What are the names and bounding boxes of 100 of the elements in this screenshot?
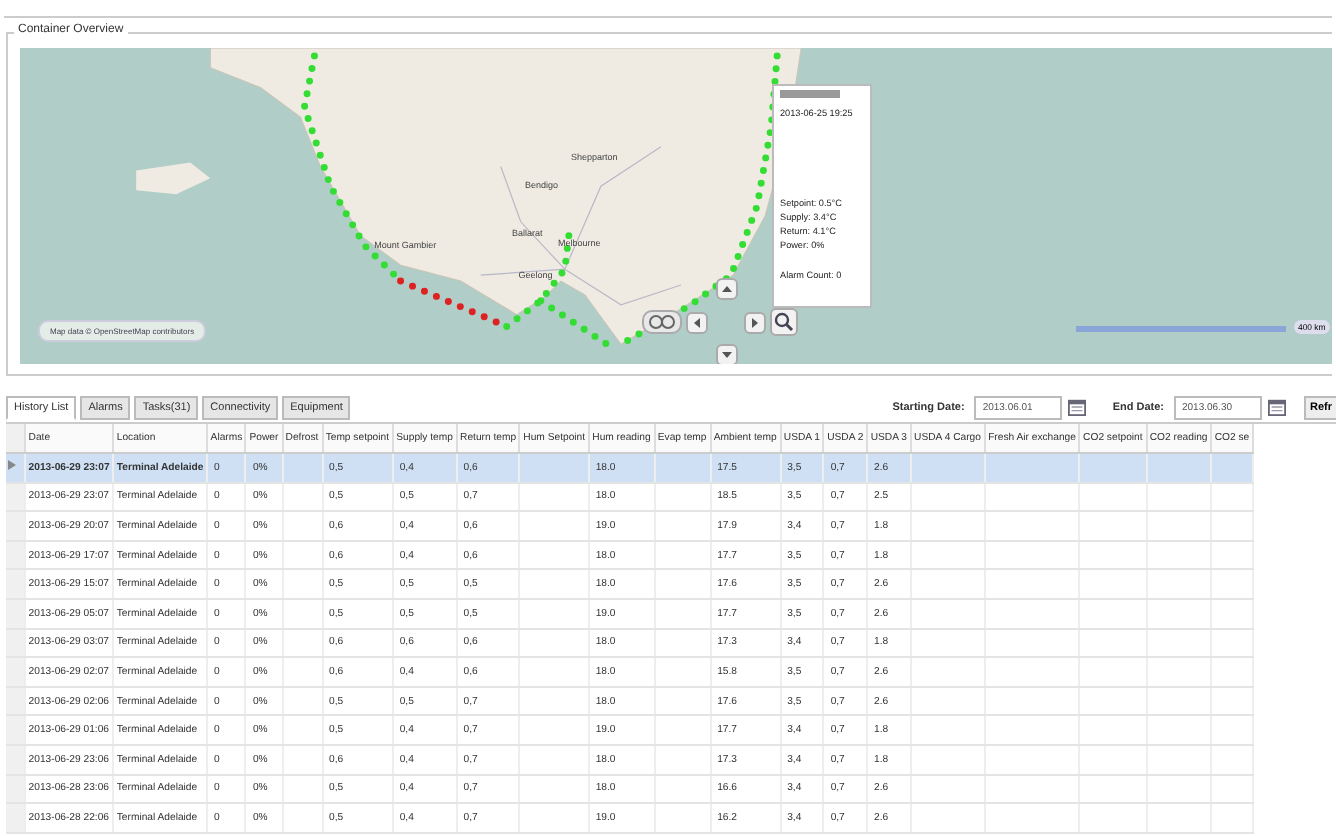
table-cell <box>519 453 589 483</box>
table-cell <box>910 511 985 541</box>
table-cell <box>1211 803 1253 833</box>
table-cell <box>984 744 1080 775</box>
table-cell <box>1146 744 1212 775</box>
table-cell <box>1146 540 1212 570</box>
table-cell <box>984 774 1080 804</box>
table-cell <box>519 598 589 629</box>
zoom-out-icon[interactable] <box>642 310 682 334</box>
table-cell <box>984 686 1080 716</box>
table-cell <box>654 774 711 804</box>
table-cell <box>654 657 711 687</box>
pan-up-icon[interactable] <box>716 278 738 300</box>
table-cell <box>519 511 589 541</box>
table-cell <box>1211 686 1253 716</box>
table-cell <box>1211 744 1253 775</box>
table-cell <box>984 482 1080 512</box>
table-cell <box>282 598 323 629</box>
table-cell <box>654 569 711 599</box>
popup-titlebar <box>780 90 840 98</box>
table-cell <box>1146 482 1212 512</box>
table-cell <box>1079 657 1147 687</box>
table-cell <box>519 715 589 745</box>
table-cell <box>910 540 985 570</box>
table-cell <box>1079 803 1147 833</box>
table-cell <box>910 569 985 599</box>
table-cell <box>1146 453 1212 483</box>
table-cell <box>282 657 323 687</box>
table-cell <box>910 715 985 745</box>
table-cell <box>654 511 711 541</box>
pan-right-icon[interactable] <box>744 312 766 334</box>
table-cell <box>654 540 711 570</box>
calendar-icon[interactable] <box>1068 398 1087 416</box>
table-cell <box>1146 511 1212 541</box>
table-cell <box>984 569 1080 599</box>
table-cell <box>519 744 589 775</box>
table-cell <box>1079 628 1147 658</box>
table-cell <box>984 628 1080 658</box>
table-cell <box>519 657 589 687</box>
table-cell <box>910 628 985 658</box>
table-cell <box>282 511 323 541</box>
table-cell <box>282 686 323 716</box>
table-cell <box>519 686 589 716</box>
table-cell <box>1079 774 1147 804</box>
search-icon[interactable] <box>770 308 798 336</box>
table-cell <box>1211 540 1253 570</box>
table-cell <box>910 482 985 512</box>
table-cell <box>1146 598 1212 629</box>
table-cell <box>282 540 323 570</box>
table-cell <box>984 715 1080 745</box>
table-cell <box>910 657 985 687</box>
table-cell <box>1211 628 1253 658</box>
table-cell <box>1211 774 1253 804</box>
table-cell <box>282 482 323 512</box>
table-cell <box>1211 598 1253 629</box>
row-pointer-icon <box>8 460 16 471</box>
table-cell <box>910 774 985 804</box>
table-cell <box>654 482 711 512</box>
island-drawing <box>136 162 211 195</box>
table-cell <box>1211 657 1253 687</box>
table-cell <box>910 598 985 629</box>
table-cell <box>1079 744 1147 775</box>
table-cell <box>282 715 323 745</box>
table-cell <box>282 569 323 599</box>
table-cell <box>654 453 711 483</box>
table-cell <box>282 774 323 804</box>
table-cell <box>984 540 1080 570</box>
table-cell <box>1146 569 1212 599</box>
table-cell <box>1211 715 1253 745</box>
table-cell <box>654 686 711 716</box>
table-cell <box>654 803 711 833</box>
table-cell <box>1079 511 1147 541</box>
table-cell <box>1146 774 1212 804</box>
table-cell <box>1146 628 1212 658</box>
table-cell <box>1146 657 1212 687</box>
table-cell <box>654 744 711 775</box>
calendar-icon[interactable] <box>1267 398 1286 416</box>
table-cell <box>519 774 589 804</box>
table-cell <box>984 453 1080 483</box>
table-cell <box>1079 686 1147 716</box>
table-cell <box>1079 540 1147 570</box>
table-cell <box>1211 511 1253 541</box>
table-cell <box>984 657 1080 687</box>
table-cell <box>654 628 711 658</box>
table-cell <box>910 686 985 716</box>
table-cell <box>519 628 589 658</box>
pan-left-icon[interactable] <box>686 312 708 334</box>
table-cell <box>1211 482 1253 512</box>
table-cell <box>910 744 985 775</box>
table-cell <box>1211 569 1253 599</box>
table-cell <box>1146 715 1212 745</box>
table-cell <box>654 598 711 629</box>
table-cell <box>910 453 985 483</box>
table-cell <box>910 803 985 833</box>
table-cell <box>984 803 1080 833</box>
table-cell <box>1079 598 1147 629</box>
table-cell <box>654 715 711 745</box>
pan-down-icon[interactable] <box>716 344 738 364</box>
table-cell <box>519 569 589 599</box>
table-cell <box>984 511 1080 541</box>
